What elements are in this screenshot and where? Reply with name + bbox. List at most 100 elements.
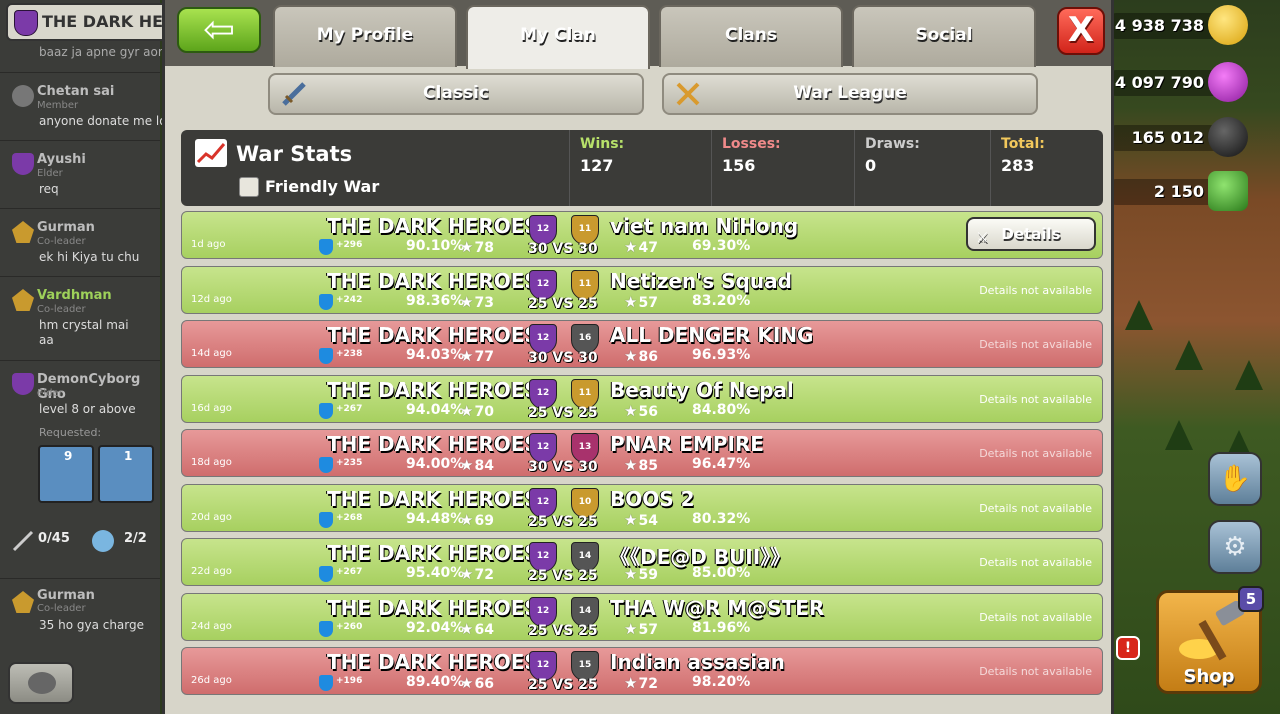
opponent-stars: ★57 bbox=[624, 620, 658, 638]
tab-clans[interactable]: Clans bbox=[659, 5, 843, 67]
chat-text: 35 ho gya charge bbox=[39, 618, 145, 632]
opponent-destruction: 84.80% bbox=[692, 402, 751, 418]
our-stars-count: 69 bbox=[474, 513, 494, 529]
opponent-clan-name: PNAR EMPIRE bbox=[610, 432, 764, 456]
elder-icon bbox=[12, 153, 34, 175]
our-stars: ★84 bbox=[460, 456, 494, 474]
chat-text: level 8 or above bbox=[39, 402, 136, 416]
war-log-row[interactable]: 1d ago THE DARK HEROES +296 90.10% ★78 12 11 30… bbox=[181, 211, 1103, 259]
war-log-row[interactable]: 18d ago THE DARK HEROES +235 94.00% ★84 12 13 3… bbox=[181, 429, 1103, 477]
our-destruction: 90.10% bbox=[406, 238, 465, 254]
opponent-clan-name: BOOS 2 bbox=[610, 487, 695, 511]
dark-elixir-icon bbox=[1208, 117, 1248, 157]
back-button[interactable]: ⇦ bbox=[177, 7, 261, 53]
friendly-war-checkbox[interactable] bbox=[239, 177, 259, 197]
our-stars-count: 78 bbox=[474, 240, 494, 256]
tab-bar: ⇦ My Profile My Clan Clans Social X bbox=[165, 0, 1111, 69]
opponent-stars-count: 54 bbox=[638, 513, 658, 529]
back-arrow-icon: ⇦ bbox=[203, 7, 235, 51]
war-time-ago: 16d ago bbox=[191, 403, 232, 414]
war-size: 25 VS 25 bbox=[528, 514, 598, 530]
our-destruction: 95.40% bbox=[406, 565, 465, 581]
war-xp: +267 bbox=[336, 404, 363, 414]
opponent-stars: ★86 bbox=[624, 347, 658, 365]
our-stars: ★78 bbox=[460, 238, 494, 256]
opponent-stars-count: 57 bbox=[638, 622, 658, 638]
war-xp: +238 bbox=[336, 349, 363, 359]
spell-request-slot[interactable]: 1 bbox=[98, 445, 154, 503]
war-log-row[interactable]: 20d ago THE DARK HEROES +268 94.48% ★69 12 10 2… bbox=[181, 484, 1103, 532]
gear-icon: ⚙ bbox=[1223, 532, 1247, 562]
star-icon: ★ bbox=[624, 456, 638, 474]
war-xp: +235 bbox=[336, 458, 363, 468]
star-icon: ★ bbox=[624, 293, 638, 311]
war-xp: +260 bbox=[336, 622, 363, 632]
opponent-clan-name: Beauty Of Nepal bbox=[610, 378, 794, 402]
chat-author[interactable]: Vardhman bbox=[37, 288, 112, 303]
war-time-ago: 26d ago bbox=[191, 675, 232, 686]
chat-author[interactable]: Gurman bbox=[37, 588, 95, 603]
draws-stat: Draws: 0 bbox=[854, 130, 993, 206]
chat-message: Gurman Co-leader 35 ho gya charge bbox=[0, 578, 160, 647]
chat-emote-button[interactable] bbox=[8, 662, 74, 704]
tab-social[interactable]: Social bbox=[852, 5, 1036, 67]
chat-role: Elder bbox=[37, 168, 63, 179]
shop-count-badge: 5 bbox=[1238, 586, 1264, 612]
crossed-swords-icon bbox=[676, 82, 700, 106]
xp-shield-icon bbox=[319, 294, 333, 310]
subtab-war-league[interactable]: War League bbox=[662, 73, 1038, 115]
our-stars-count: 84 bbox=[474, 458, 494, 474]
tab-my-profile[interactable]: My Profile bbox=[273, 5, 457, 67]
tab-my-clan[interactable]: My Clan bbox=[466, 5, 650, 69]
wins-stat: Wins: 127 bbox=[569, 130, 716, 206]
xp-shield-icon bbox=[319, 457, 333, 473]
emote-icon bbox=[28, 672, 56, 694]
details-not-available: Details not available bbox=[979, 447, 1092, 460]
clan-badge-icon bbox=[14, 10, 38, 36]
alert-icon[interactable]: ! bbox=[1116, 636, 1140, 660]
shop-label: Shop bbox=[1183, 666, 1235, 687]
details-button[interactable]: ⚔ Details bbox=[966, 217, 1096, 251]
opponent-stars-count: 57 bbox=[638, 295, 658, 311]
war-time-ago: 14d ago bbox=[191, 348, 232, 359]
clan-chat-panel[interactable]: THE DARK HEROES baaz ja apne gyr aor Che… bbox=[0, 0, 171, 714]
star-icon: ★ bbox=[624, 347, 638, 365]
our-stars-count: 64 bbox=[474, 622, 494, 638]
opponent-stars: ★59 bbox=[624, 565, 658, 583]
our-clan-name: THE DARK HEROES bbox=[327, 487, 539, 511]
tree-icon bbox=[1125, 300, 1153, 330]
war-size: 30 VS 30 bbox=[528, 241, 598, 257]
chat-text: ek hi Kiya tu chu bbox=[39, 250, 140, 264]
war-log-row[interactable]: 14d ago THE DARK HEROES +238 94.03% ★77 12 16 3… bbox=[181, 320, 1103, 368]
chat-author[interactable]: Ayushi bbox=[37, 152, 86, 167]
our-stars-count: 70 bbox=[474, 404, 494, 420]
war-xp: +267 bbox=[336, 567, 363, 577]
war-size: 25 VS 25 bbox=[528, 296, 598, 312]
war-size: 25 VS 25 bbox=[528, 677, 598, 693]
xp-shield-icon bbox=[319, 675, 333, 691]
close-button[interactable]: X bbox=[1057, 7, 1105, 55]
war-log-row[interactable]: 24d ago THE DARK HEROES +260 92.04% ★64 12 14 2… bbox=[181, 593, 1103, 641]
chat-author[interactable]: Chetan sai bbox=[37, 84, 114, 99]
war-log-row[interactable]: 22d ago THE DARK HEROES +267 95.40% ★72 12 14 2… bbox=[181, 538, 1103, 586]
chat-author[interactable]: Gurman bbox=[37, 220, 95, 235]
gold-amount: 4 938 738 bbox=[1114, 16, 1204, 35]
details-not-available: Details not available bbox=[979, 284, 1092, 297]
details-not-available: Details not available bbox=[979, 665, 1092, 678]
settings-button[interactable]: ⚙ bbox=[1208, 520, 1262, 574]
chat-message: Vardhman Co-leader hm crystal mai aa bbox=[0, 276, 160, 361]
total-label: Total: bbox=[1001, 136, 1045, 152]
draws-value: 0 bbox=[865, 156, 877, 175]
subtab-classic[interactable]: Classic bbox=[268, 73, 644, 115]
clan-banner-name: THE DARK HEROES bbox=[42, 12, 169, 31]
details-not-available: Details not available bbox=[979, 393, 1092, 406]
war-log-row[interactable]: 16d ago THE DARK HEROES +267 94.04% ★70 12 11 2… bbox=[181, 375, 1103, 423]
troop-request-slot[interactable]: 9 bbox=[38, 445, 94, 503]
opponent-stars: ★54 bbox=[624, 511, 658, 529]
layout-edit-button[interactable]: ✋ bbox=[1208, 452, 1262, 506]
gems-counter: 2 150 bbox=[1110, 171, 1248, 211]
clan-banner[interactable]: THE DARK HEROES bbox=[6, 3, 171, 41]
war-log-row[interactable]: 12d ago THE DARK HEROES +242 98.36% ★73 12 11 2… bbox=[181, 266, 1103, 314]
war-log-row[interactable]: 26d ago THE DARK HEROES +196 89.40% ★66 12 15 2… bbox=[181, 647, 1103, 695]
xp-shield-icon bbox=[319, 512, 333, 528]
